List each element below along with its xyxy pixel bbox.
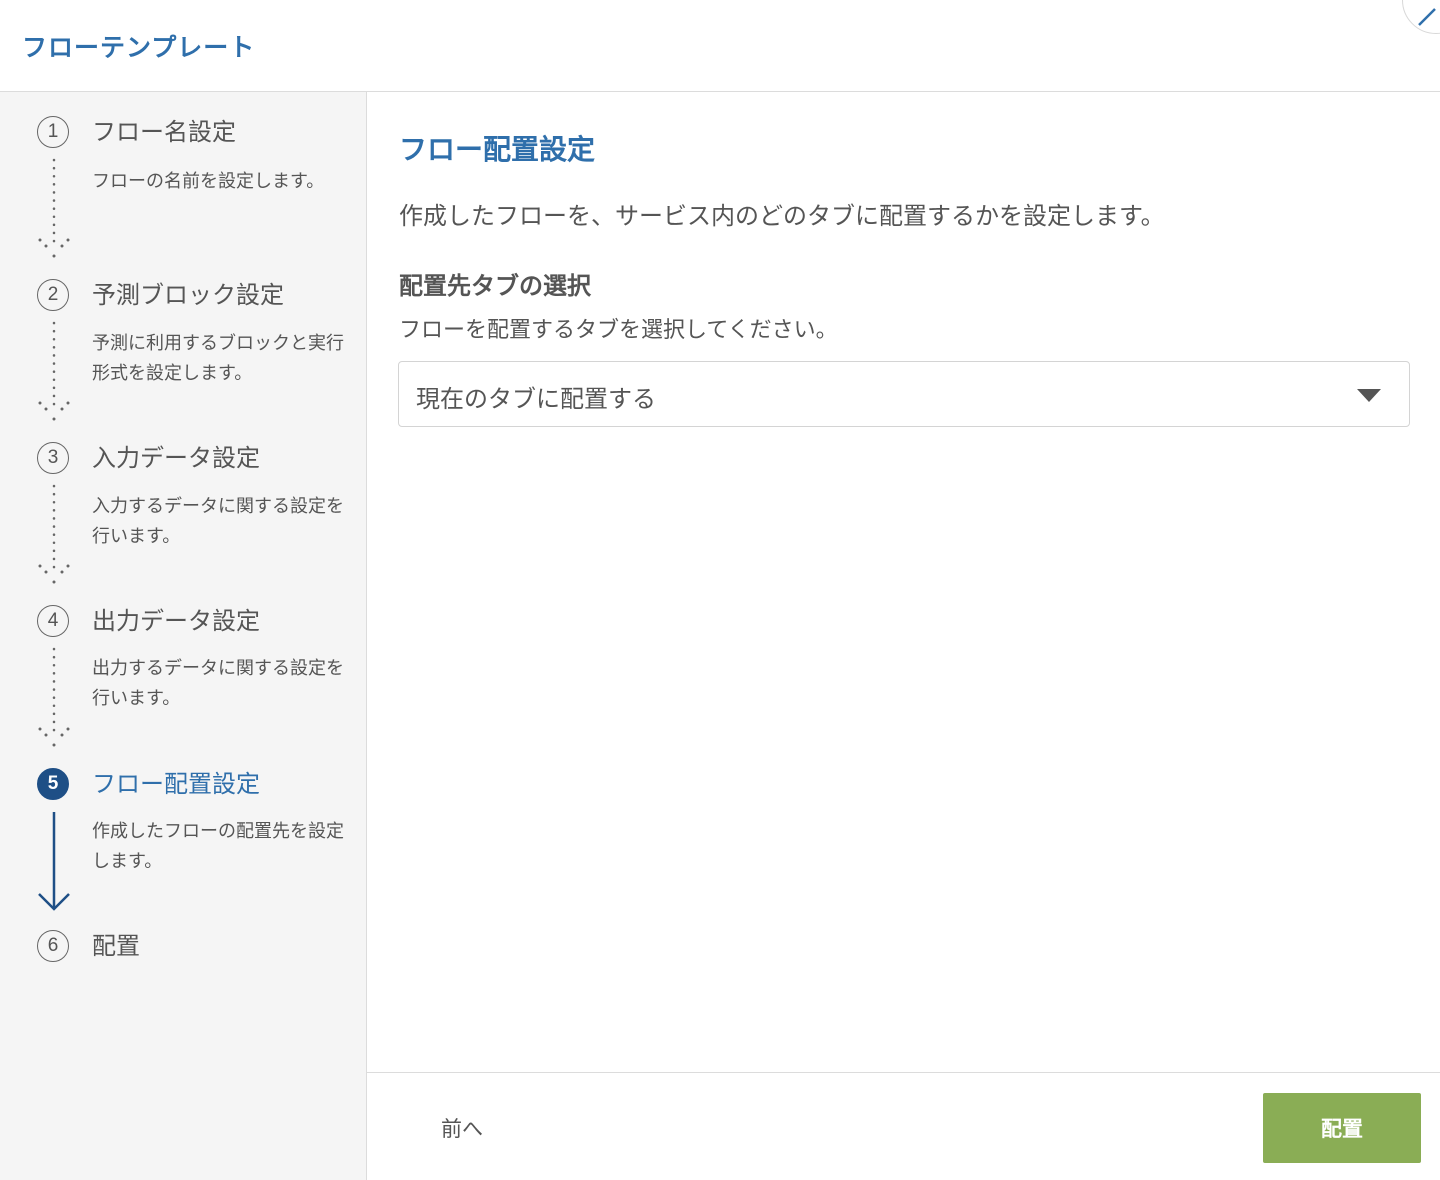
step-1-connector: [38, 158, 70, 258]
step-2-description: 予測に利用するブロックと実行形式を設定します。: [92, 333, 344, 384]
step-5-description: 作成したフローの配置先を設定します。: [92, 821, 344, 872]
step-6-title: 配置: [92, 932, 140, 960]
step-4-title: 出力データ設定: [92, 607, 260, 635]
close-button[interactable]: [1402, 0, 1440, 34]
section-description: フローを配置するタブを選択してください。: [399, 318, 838, 343]
step-6-number: 6: [37, 930, 69, 962]
step-1-number: 1: [37, 116, 69, 148]
step-3-number: 3: [37, 442, 69, 474]
step-4-number: 4: [37, 605, 69, 637]
step-2-connector: [38, 321, 70, 421]
step-5-number: 5: [37, 768, 69, 800]
step-1-description: フローの名前を設定します。: [92, 171, 325, 192]
modal-title: フローテンプレート: [22, 33, 256, 62]
step-5-title: フロー配置設定: [92, 770, 260, 798]
select-value: 現在のタブに配置する: [416, 385, 656, 413]
step-4-connector: [38, 647, 70, 747]
step-2-number: 2: [37, 279, 69, 311]
caret-down-icon: [1357, 389, 1381, 402]
main-content: フロー配置設定 作成したフローを、サービス内のどのタブに配置するかを設定します。…: [367, 92, 1440, 1072]
prev-button[interactable]: 前へ: [441, 1113, 483, 1143]
deploy-button[interactable]: 配置: [1263, 1093, 1421, 1163]
page-title: フロー配置設定: [399, 133, 596, 166]
section-title: 配置先タブの選択: [399, 272, 591, 300]
step-1-title: フロー名設定: [92, 118, 236, 146]
page-description: 作成したフローを、サービス内のどのタブに配置するかを設定します。: [399, 202, 1165, 230]
step-2-title: 予測ブロック設定: [92, 281, 284, 309]
step-3-title: 入力データ設定: [92, 444, 260, 472]
step-3-description: 入力するデータに関する設定を行います。: [92, 496, 344, 547]
placement-tab-select[interactable]: 現在のタブに配置する: [398, 361, 1410, 427]
close-icon: [1418, 8, 1436, 26]
step-5-arrow-connector: [38, 812, 70, 911]
step-3-connector: [38, 484, 70, 584]
step-4-description: 出力するデータに関する設定を行います。: [92, 658, 344, 709]
step-sidebar: 1 フロー名設定 フローの名前を設定します。 2 予測ブロック設定 予測に利用す…: [0, 92, 367, 1180]
modal-footer: 前へ 配置: [367, 1072, 1440, 1180]
modal-header: フローテンプレート: [0, 0, 1440, 92]
